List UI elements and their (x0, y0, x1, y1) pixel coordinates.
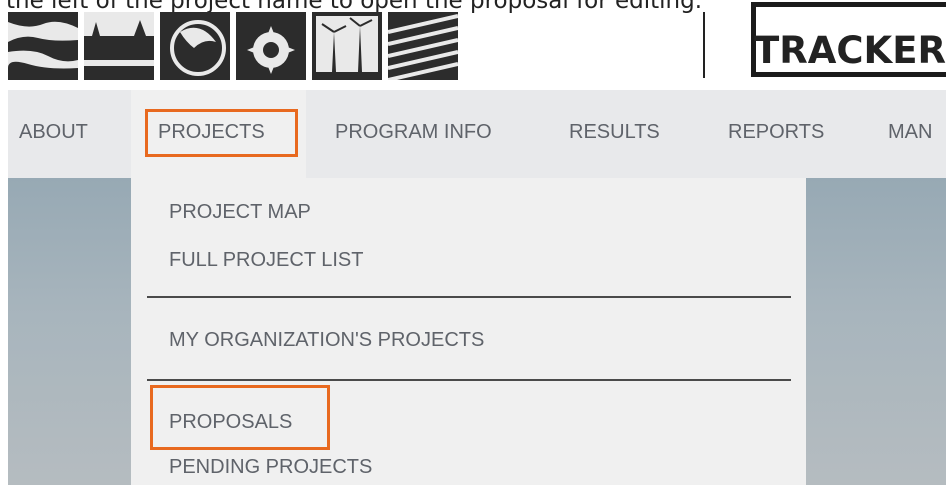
nav-item-about[interactable]: ABOUT (19, 120, 88, 144)
dropdown-divider (147, 296, 791, 298)
dropdown-divider (147, 379, 791, 381)
logo-image-strip (8, 12, 458, 80)
header-divider (703, 12, 705, 78)
dropdown-item-pending-projects[interactable]: PENDING PROJECTS (169, 455, 372, 479)
dropdown-item-my-organizations-projects[interactable]: MY ORGANIZATION'S PROJECTS (169, 328, 484, 352)
river-tile-icon (8, 12, 78, 80)
logo-text: TRACKER (754, 29, 946, 72)
nav-item-reports[interactable]: REPORTS (728, 120, 824, 144)
nav-item-manage[interactable]: MAN (888, 120, 932, 144)
wind-turbine-tile-icon (312, 12, 382, 80)
nav-item-results[interactable]: RESULTS (569, 120, 660, 144)
dropdown-item-full-project-list[interactable]: FULL PROJECT LIST (169, 248, 364, 272)
projects-dropdown-menu: PROJECT MAP FULL PROJECT LIST MY ORGANIZ… (131, 178, 806, 485)
nav-item-program-info[interactable]: PROGRAM INFO (335, 120, 492, 144)
farm-field-tile-icon (388, 12, 458, 80)
wildlife-tile-icon (160, 12, 230, 80)
main-navigation-bar: ABOUT PROJECTS PROGRAM INFO RESULTS REPO… (8, 90, 946, 178)
landscape-tile-icon (84, 12, 154, 80)
pattern-tile-icon (236, 12, 306, 80)
dropdown-item-project-map[interactable]: PROJECT MAP (169, 200, 311, 224)
projects-highlight-box (145, 109, 298, 157)
proposals-highlight-box (150, 385, 330, 450)
